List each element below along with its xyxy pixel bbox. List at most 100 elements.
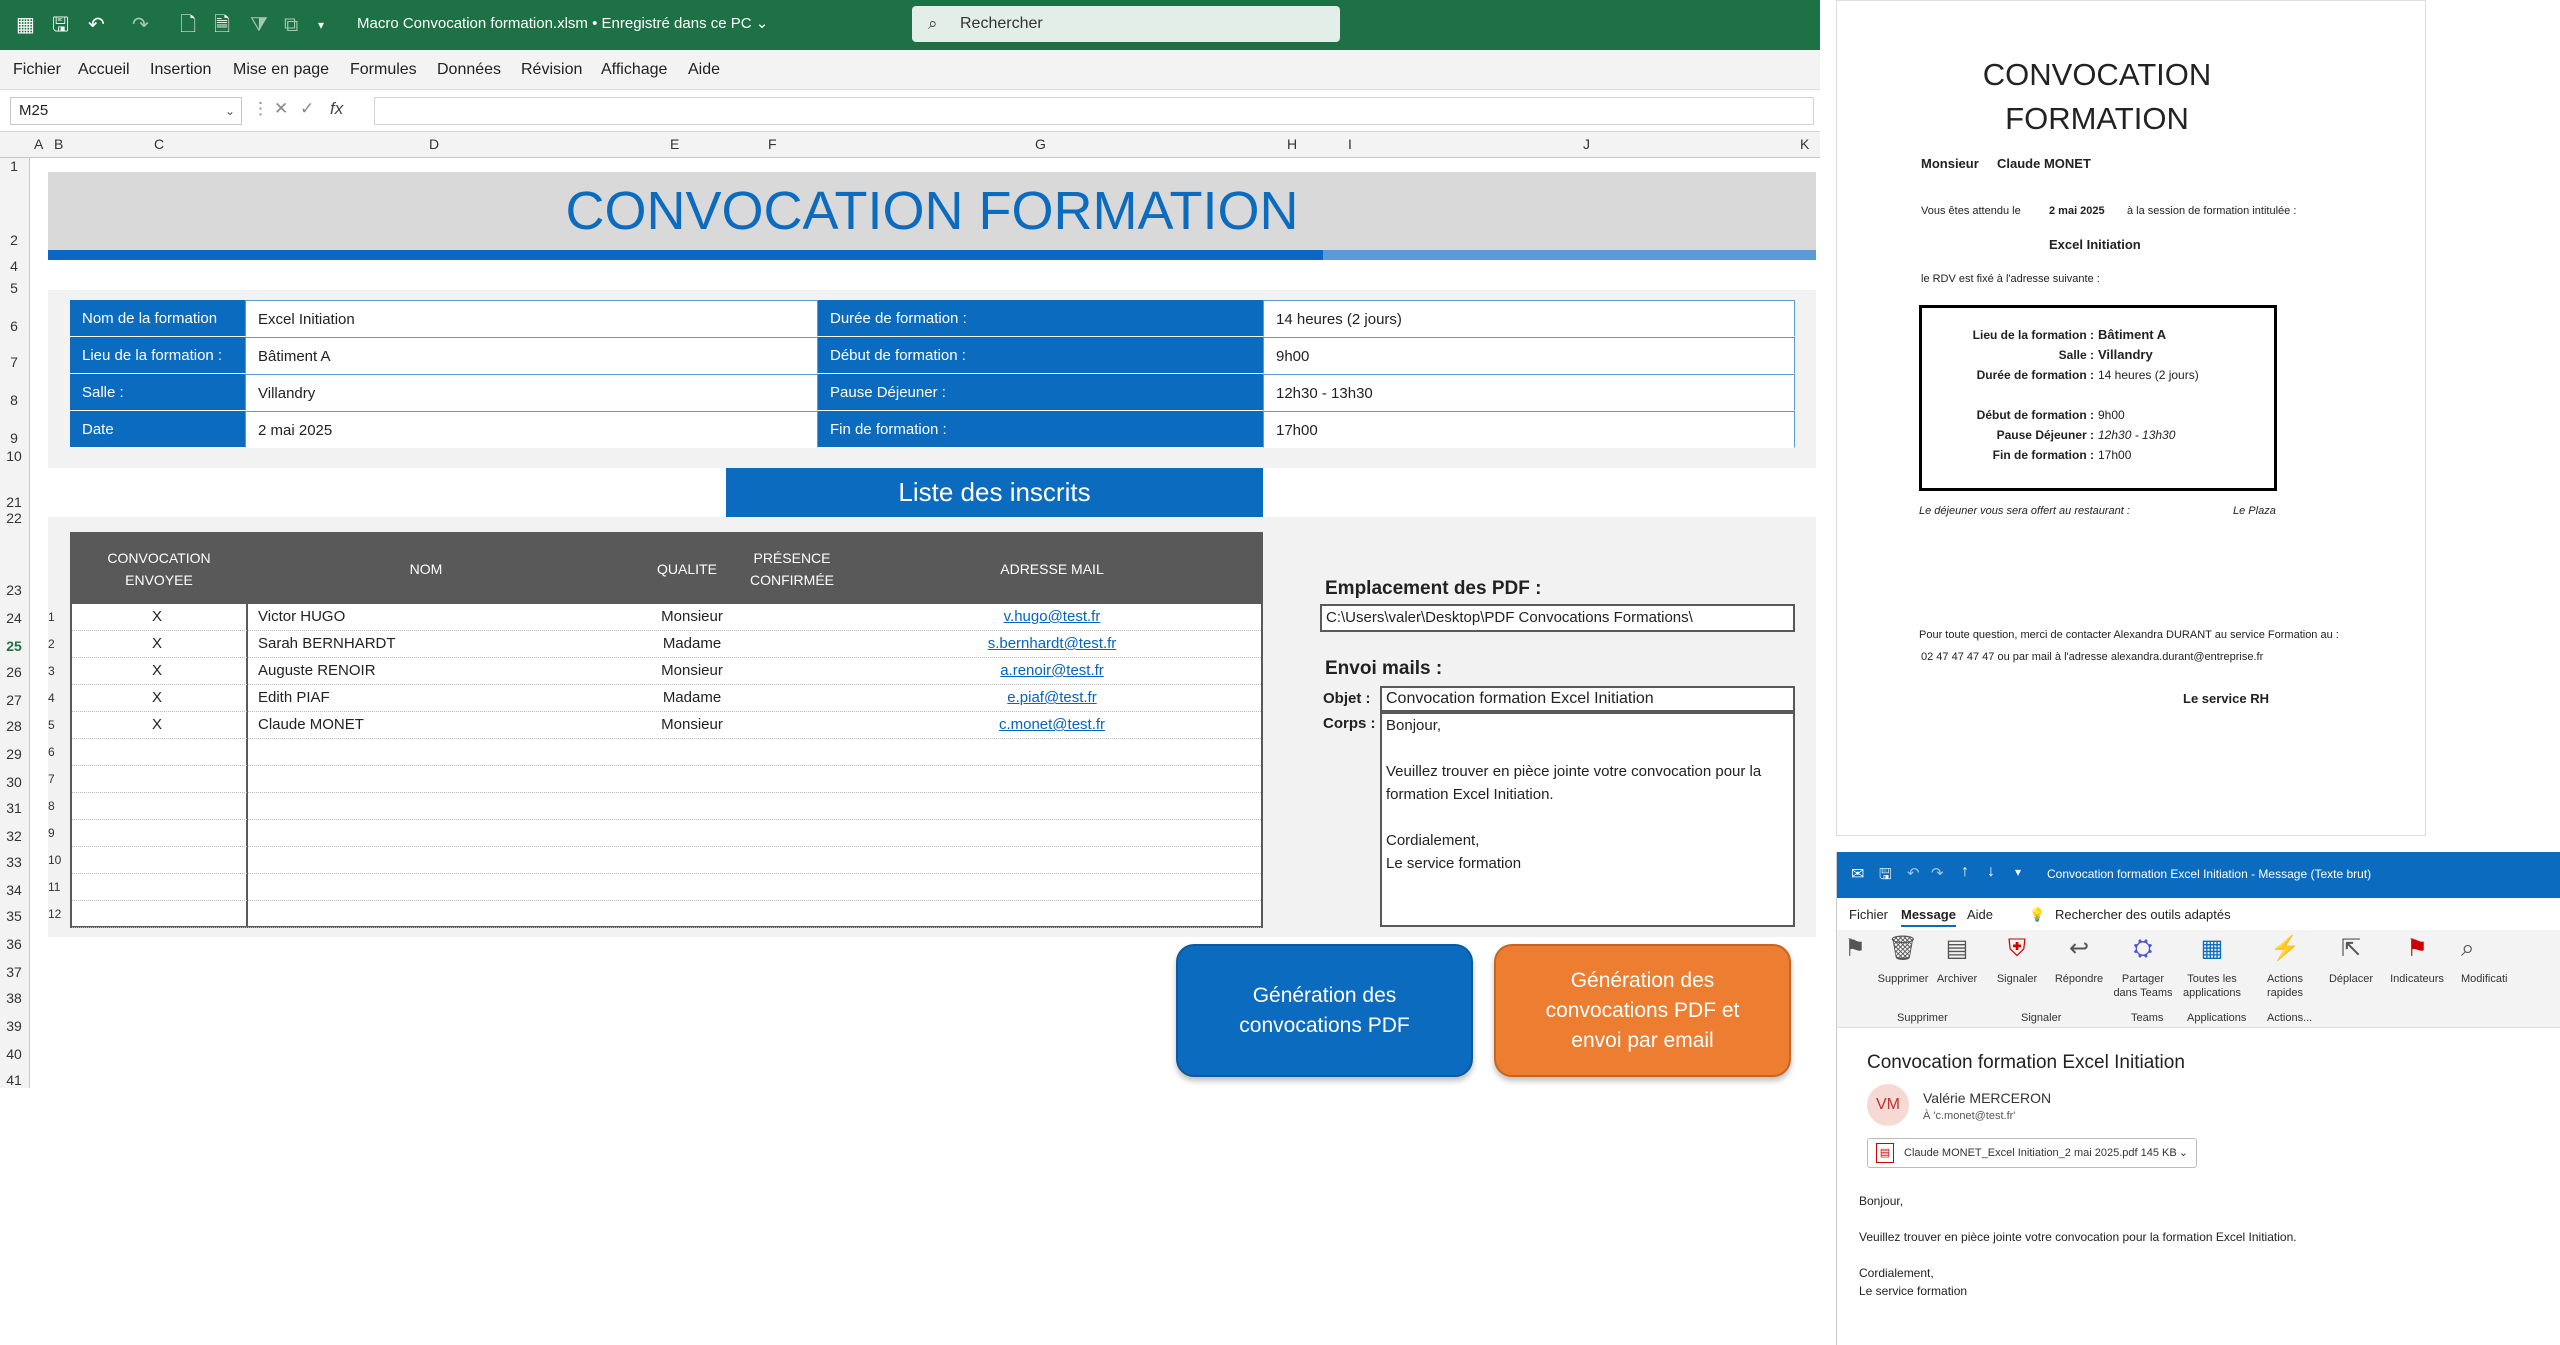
row-header[interactable]: 34 <box>0 882 28 898</box>
info-value[interactable]: 17h00 <box>1263 411 1795 448</box>
arrow-up-icon[interactable]: ↑ <box>1961 863 1969 881</box>
quick-actions-button[interactable]: ⚡ Actions rapides <box>2255 937 2315 1000</box>
row-header[interactable]: 28 <box>0 718 28 734</box>
row-header[interactable]: 37 <box>0 964 28 980</box>
table-row[interactable]: 10 <box>48 847 1261 874</box>
table-row[interactable]: 9 <box>48 820 1261 847</box>
row-header[interactable]: 27 <box>0 692 28 708</box>
ribbon-search[interactable]: Rechercher des outils adaptés <box>2055 907 2231 922</box>
row-header[interactable]: 9 <box>0 430 28 446</box>
info-value[interactable]: Excel Initiation <box>245 300 818 337</box>
all-apps-button[interactable]: ▦ Toutes les applications <box>2175 937 2249 1000</box>
row-header[interactable]: 8 <box>0 392 28 408</box>
save-icon[interactable]: 🖫 <box>1879 864 1892 889</box>
row-header[interactable]: 38 <box>0 990 28 1006</box>
table-row[interactable]: 5 X Claude MONET Monsieur c.monet@test.fr <box>48 712 1261 739</box>
row-header[interactable]: 40 <box>0 1046 28 1062</box>
info-value[interactable]: Villandry <box>245 374 818 411</box>
copy-icon[interactable]: ⧉ <box>284 12 298 38</box>
table-row[interactable]: 7 <box>48 766 1261 793</box>
col-header[interactable]: K <box>1800 136 1809 152</box>
menu-insertion[interactable]: Insertion <box>150 61 211 79</box>
row-header[interactable]: 5 <box>0 280 28 296</box>
name-box[interactable]: M25 ⌄ <box>10 97 242 125</box>
flag-person-icon[interactable]: ⚑ <box>1837 937 1873 972</box>
delete-button[interactable]: 🗑 Supprimer <box>1873 937 1933 986</box>
row-header[interactable]: 36 <box>0 936 28 952</box>
row-header[interactable]: 2 <box>0 232 28 248</box>
generate-pdf-email-button[interactable]: Génération des convocations PDF et envoi… <box>1494 944 1791 1077</box>
tab-fichier[interactable]: Fichier <box>1849 907 1888 922</box>
undo-icon[interactable]: ↶ <box>1907 864 1920 882</box>
row-header[interactable]: 6 <box>0 318 28 334</box>
menu-formules[interactable]: Formules <box>350 61 417 79</box>
reply-button[interactable]: ↩ Répondre <box>2049 937 2109 986</box>
search-input[interactable]: ⌕ Rechercher <box>912 6 1340 42</box>
cell-mail[interactable]: c.monet@test.fr <box>852 716 1252 733</box>
save-icon[interactable]: 🖫 <box>52 12 69 38</box>
tab-message[interactable]: Message <box>1901 907 1956 927</box>
more-icon[interactable]: ⋮ <box>252 99 269 119</box>
col-header[interactable]: F <box>768 136 777 152</box>
row-header[interactable]: 10 <box>0 448 28 464</box>
share-teams-button[interactable]: ⛭ Partager dans Teams <box>2113 937 2173 1000</box>
row-header[interactable]: 29 <box>0 746 28 762</box>
chevron-down-icon[interactable]: ⌄ <box>2179 1139 2188 1167</box>
move-button[interactable]: ⇱ Déplacer <box>2321 937 2381 986</box>
attachment[interactable]: ▤ Claude MONET_Excel Initiation_2 mai 202… <box>1867 1138 2197 1168</box>
cell-mail[interactable]: v.hugo@test.fr <box>852 608 1252 625</box>
archive-button[interactable]: ▤ Archiver <box>1927 937 1987 986</box>
col-header[interactable]: I <box>1348 136 1352 152</box>
table-row[interactable]: 8 <box>48 793 1261 820</box>
table-row[interactable]: 2 X Sarah BERNHARDT Madame s.bernhardt@test.… <box>48 631 1261 658</box>
row-header[interactable]: 31 <box>0 800 28 816</box>
customize-icon[interactable]: ▾ <box>318 12 324 38</box>
filter-icon[interactable]: ⧩ <box>250 12 268 38</box>
info-value[interactable]: 12h30 - 13h30 <box>1263 374 1795 411</box>
corps-field[interactable]: Bonjour, Veuillez trouver en pièce joint… <box>1380 712 1795 927</box>
menu-donnees[interactable]: Données <box>437 61 501 79</box>
modify-button[interactable]: ⌕ Modificati <box>2461 937 2531 986</box>
pdf-location-field[interactable]: C:\Users\valer\Desktop\PDF Convocations … <box>1320 604 1795 632</box>
col-header[interactable]: A <box>34 136 43 152</box>
formula-input[interactable] <box>374 97 1814 125</box>
info-value[interactable]: 9h00 <box>1263 337 1795 374</box>
row-header[interactable]: 21 <box>0 494 28 510</box>
row-header[interactable]: 33 <box>0 854 28 870</box>
flags-button[interactable]: ⚑ Indicateurs <box>2387 937 2447 986</box>
table-row[interactable]: 4 X Edith PIAF Madame e.piaf@test.fr <box>48 685 1261 712</box>
row-header[interactable]: 32 <box>0 828 28 844</box>
menu-revision[interactable]: Révision <box>521 61 582 79</box>
cell-mail[interactable]: e.piaf@test.fr <box>852 689 1252 706</box>
menu-accueil[interactable]: Accueil <box>78 61 130 79</box>
sender-name[interactable]: Valérie MERCERON <box>1923 1090 2051 1106</box>
menu-affichage[interactable]: Affichage <box>601 61 667 79</box>
row-header[interactable]: 7 <box>0 354 28 370</box>
row-header[interactable]: 39 <box>0 1018 28 1034</box>
row-header[interactable]: 35 <box>0 908 28 924</box>
menu-fichier[interactable]: Fichier <box>13 61 61 79</box>
function-icon[interactable]: fx <box>330 99 343 119</box>
menu-mise-en-page[interactable]: Mise en page <box>233 61 329 79</box>
info-value[interactable]: 2 mai 2025 <box>245 411 818 448</box>
table-row[interactable]: 11 <box>48 874 1261 901</box>
row-header[interactable]: 24 <box>0 610 28 626</box>
redo-icon[interactable]: ↷ <box>132 12 149 38</box>
row-header-selected[interactable]: 25 <box>0 638 28 654</box>
col-header[interactable]: E <box>670 136 679 152</box>
confirm-icon[interactable]: ✓ <box>300 99 314 119</box>
generate-pdf-button[interactable]: Génération des convocations PDF <box>1176 944 1473 1077</box>
row-header[interactable]: 26 <box>0 664 28 680</box>
cancel-icon[interactable]: ✕ <box>274 99 288 119</box>
col-header[interactable]: D <box>429 136 439 152</box>
customize-icon[interactable]: ▾ <box>2015 865 2021 879</box>
menu-aide[interactable]: Aide <box>688 61 720 79</box>
cell-mail[interactable]: a.renoir@test.fr <box>852 662 1252 679</box>
row-header[interactable]: 1 <box>0 158 28 174</box>
table-row[interactable]: 12 <box>48 901 1261 928</box>
info-value[interactable]: 14 heures (2 jours) <box>1263 300 1795 337</box>
table-row[interactable]: 1 X Victor HUGO Monsieur v.hugo@test.fr <box>48 604 1261 631</box>
row-header[interactable]: 22 <box>0 510 28 526</box>
col-header[interactable]: C <box>154 136 164 152</box>
row-header[interactable]: 4 <box>0 258 28 274</box>
